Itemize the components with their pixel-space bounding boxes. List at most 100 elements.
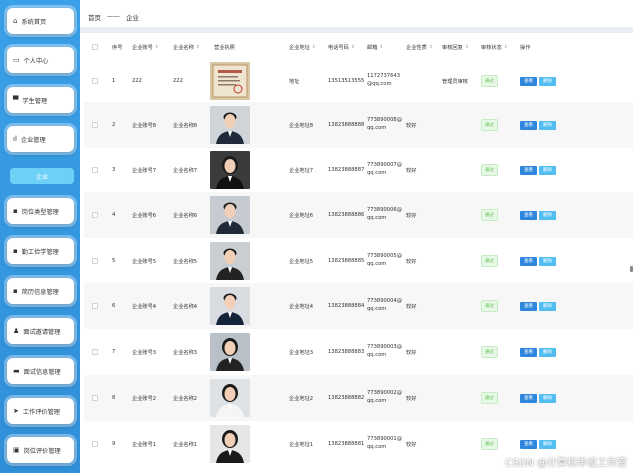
row-checkbox[interactable] <box>92 192 98 238</box>
sidebar-item-label: 岗位类型管理 <box>21 208 59 216</box>
cell-email: 773890003@ qq.com <box>367 329 402 375</box>
row-checkbox[interactable] <box>92 147 98 193</box>
checkbox[interactable] <box>92 122 98 128</box>
column-header[interactable]: 企业性质 ⇕ <box>406 36 433 58</box>
delete-button[interactable]: 删除 <box>539 347 556 357</box>
sidebar-item-9[interactable]: ▬ 面试信息管理 <box>7 358 74 384</box>
sort-icon[interactable]: ⇕ <box>504 45 508 50</box>
email-line-2: qq.com <box>367 125 387 131</box>
monitor-icon: ▀ <box>13 96 19 104</box>
view-button[interactable]: 查看 <box>520 301 537 311</box>
license-image[interactable] <box>210 106 250 144</box>
column-header[interactable]: 审核状态 ⇕ <box>481 36 508 58</box>
sort-icon[interactable]: ⇕ <box>196 45 200 50</box>
email-line-2: @qq.com <box>367 81 392 87</box>
checkbox[interactable] <box>92 78 98 84</box>
select-all-checkbox[interactable] <box>92 36 98 58</box>
topbar-divider <box>80 27 633 33</box>
delete-button[interactable]: 删除 <box>539 256 556 266</box>
delete-button[interactable]: 删除 <box>539 120 556 130</box>
row-checkbox[interactable] <box>92 375 98 421</box>
table-row[interactable]: 5 企业账号5 企业名称5 企业地址5 13823888885 773890005@ qq.… <box>84 238 633 284</box>
column-header[interactable]: 审核回复 ⇕ <box>442 36 469 58</box>
sidebar-item-4[interactable]: ıl 企业管理 <box>7 126 74 152</box>
cell-actions: 查看 删除 <box>520 147 556 193</box>
cell-account: 企业账号1 <box>132 441 157 448</box>
delete-button[interactable]: 删除 <box>539 439 556 449</box>
view-button[interactable]: 查看 <box>520 76 537 86</box>
table-row[interactable]: 2 企业账号8 企业名称8 企业地址8 13823888888 773890008@ qq.… <box>84 102 633 148</box>
view-button[interactable]: 查看 <box>520 439 537 449</box>
sidebar-item-8[interactable]: ♟ 面试邀请管理 <box>7 318 74 344</box>
license-image[interactable] <box>210 287 250 325</box>
delete-button[interactable]: 删除 <box>539 301 556 311</box>
sort-icon[interactable]: ⇕ <box>465 45 469 50</box>
cell-phone: 13823888883 <box>328 349 365 355</box>
checkbox[interactable] <box>92 44 98 50</box>
column-header[interactable]: 电话号码 ⇕ <box>328 36 355 58</box>
cell-index: 3 <box>112 167 116 173</box>
table-row[interactable]: 1 222 222 地址 13513513555 1172737643 @qq.com 管理员… <box>84 58 633 104</box>
row-checkbox[interactable] <box>92 329 98 375</box>
sort-icon[interactable]: ⇕ <box>155 45 159 50</box>
sidebar-item-6[interactable]: ▪ 勤工俭学管理 <box>7 238 74 264</box>
cell-name: 企业名称5 <box>173 258 198 265</box>
view-button[interactable]: 查看 <box>520 393 537 403</box>
row-checkbox[interactable] <box>92 58 98 104</box>
cell-phone: 13823888886 <box>328 212 365 218</box>
checkbox[interactable] <box>92 303 98 309</box>
table-row[interactable]: 3 企业账号7 企业名称7 企业地址7 13823888887 773890007@ qq.… <box>84 147 633 193</box>
row-checkbox[interactable] <box>92 421 98 467</box>
table-row[interactable]: 7 企业账号3 企业名称3 企业地址3 13823888883 773890003@ qq.… <box>84 329 633 375</box>
sidebar-item-1[interactable]: ⌂ 系统首页 <box>7 8 74 34</box>
column-header[interactable]: 邮箱 ⇕ <box>367 36 383 58</box>
table-row[interactable]: 4 企业账号6 企业名称6 企业地址6 13823888886 773890006@ qq.… <box>84 192 633 238</box>
view-button[interactable]: 查看 <box>520 120 537 130</box>
delete-button[interactable]: 删除 <box>539 393 556 403</box>
cell-license <box>210 375 250 421</box>
sidebar-item-3[interactable]: ▀ 学生管理 <box>7 87 74 113</box>
sidebar-item-5[interactable]: ▪ 岗位类型管理 <box>7 198 74 224</box>
breadcrumb-home[interactable]: 首页 <box>88 12 101 22</box>
column-header[interactable]: 企业账号 ⇕ <box>132 36 159 58</box>
view-button[interactable]: 查看 <box>520 347 537 357</box>
sidebar-item-10[interactable]: ➤ 工作评价管理 <box>7 398 74 424</box>
row-checkbox[interactable] <box>92 283 98 329</box>
table-row[interactable]: 8 企业账号2 企业名称2 企业地址2 13823888882 773890002@ qq.… <box>84 375 633 421</box>
sort-icon[interactable]: ⇕ <box>312 45 316 50</box>
view-button[interactable]: 查看 <box>520 210 537 220</box>
sidebar-item-7[interactable]: ▪ 简历信息管理 <box>7 278 74 304</box>
checkbox[interactable] <box>92 441 98 447</box>
checkbox[interactable] <box>92 258 98 264</box>
view-button[interactable]: 查看 <box>520 256 537 266</box>
checkbox[interactable] <box>92 167 98 173</box>
license-image[interactable] <box>210 242 250 280</box>
home-icon: ⌂ <box>13 17 18 25</box>
row-checkbox[interactable] <box>92 102 98 148</box>
column-header[interactable]: 企业地址 ⇕ <box>289 36 316 58</box>
view-button[interactable]: 查看 <box>520 165 537 175</box>
sidebar-item-2[interactable]: ▭ 个人中心 <box>7 47 74 73</box>
column-header[interactable]: 企业名称 ⇕ <box>173 36 200 58</box>
license-image[interactable] <box>210 62 250 100</box>
license-image[interactable] <box>210 196 250 234</box>
cell-address: 企业地址1 <box>289 441 314 448</box>
row-checkbox[interactable] <box>92 238 98 284</box>
sort-icon[interactable]: ⇕ <box>379 45 383 50</box>
checkbox[interactable] <box>92 212 98 218</box>
license-image[interactable] <box>210 333 250 371</box>
sidebar-item-11[interactable]: ▣ 岗位评价管理 <box>7 437 74 463</box>
sort-icon[interactable]: ⇕ <box>429 45 433 50</box>
checkbox[interactable] <box>92 349 98 355</box>
sidebar-subitem-enterprise[interactable]: 企业 <box>10 168 74 184</box>
table-row[interactable]: 6 企业账号4 企业名称4 企业地址4 13823888884 773890004@ qq.… <box>84 283 633 329</box>
license-image[interactable] <box>210 379 250 417</box>
sort-icon[interactable]: ⇕ <box>351 45 355 50</box>
delete-button[interactable]: 删除 <box>539 76 556 86</box>
checkbox[interactable] <box>92 395 98 401</box>
cell-email: 773890007@ qq.com <box>367 147 402 193</box>
delete-button[interactable]: 删除 <box>539 165 556 175</box>
license-image[interactable] <box>210 151 250 189</box>
license-image[interactable] <box>210 425 250 463</box>
delete-button[interactable]: 删除 <box>539 210 556 220</box>
